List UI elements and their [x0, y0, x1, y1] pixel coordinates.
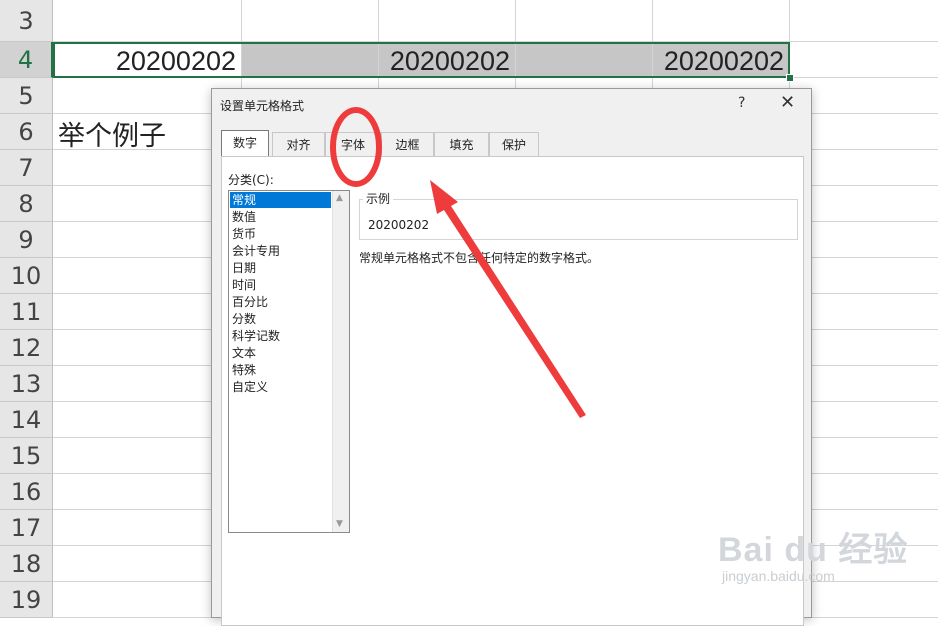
- tab-fill[interactable]: 填充: [434, 132, 489, 156]
- row-header-5[interactable]: 5: [0, 78, 53, 114]
- row-header-6[interactable]: 6: [0, 114, 53, 150]
- category-item[interactable]: 百分比: [230, 294, 331, 310]
- tab-font[interactable]: 字体: [325, 132, 381, 156]
- tab-alignment[interactable]: 对齐: [272, 132, 325, 156]
- row-header-10[interactable]: 10: [0, 258, 53, 294]
- close-button[interactable]: ✕: [780, 92, 795, 113]
- row-header-13[interactable]: 13: [0, 366, 53, 402]
- sample-value: 20200202: [368, 218, 430, 232]
- grid-row: [53, 0, 938, 42]
- row-header-3[interactable]: 3: [0, 0, 53, 42]
- selection-border: [53, 42, 790, 78]
- scroll-up-icon[interactable]: ▲: [336, 193, 343, 203]
- category-item[interactable]: 分数: [230, 311, 331, 327]
- row-header-11[interactable]: 11: [0, 294, 53, 330]
- tab-protection[interactable]: 保护: [489, 132, 539, 156]
- row-header-9[interactable]: 9: [0, 222, 53, 258]
- category-item[interactable]: 文本: [230, 345, 331, 361]
- sample-label: 示例: [363, 190, 394, 207]
- scroll-down-icon[interactable]: ▼: [336, 519, 343, 529]
- category-list[interactable]: 常规 数值 货币 会计专用 日期 时间 百分比 分数 科学记数 文本 特殊 自定义 ▲ ▼: [228, 190, 350, 533]
- category-item[interactable]: 常规: [230, 192, 331, 208]
- category-item[interactable]: 货币: [230, 226, 331, 242]
- category-item[interactable]: 科学记数: [230, 328, 331, 344]
- category-item[interactable]: 日期: [230, 260, 331, 276]
- number-tab-panel: 分类(C): 常规 数值 货币 会计专用 日期 时间 百分比 分数 科学记数 文本 特殊 自定义 ▲ …: [221, 156, 804, 626]
- row-header-4[interactable]: 4: [0, 42, 53, 78]
- row-header-16[interactable]: 16: [0, 474, 53, 510]
- row-header-15[interactable]: 15: [0, 438, 53, 474]
- category-item[interactable]: 自定义: [230, 379, 331, 395]
- row-header-7[interactable]: 7: [0, 150, 53, 186]
- category-item[interactable]: 数值: [230, 209, 331, 225]
- tab-number[interactable]: 数字: [221, 130, 269, 157]
- category-item[interactable]: 时间: [230, 277, 331, 293]
- dialog-title: 设置单元格格式: [220, 99, 305, 113]
- category-label: 分类(C):: [228, 173, 274, 187]
- help-button[interactable]: ?: [738, 95, 745, 111]
- row-header-14[interactable]: 14: [0, 402, 53, 438]
- fill-handle[interactable]: [786, 74, 794, 82]
- category-scrollbar[interactable]: ▲ ▼: [332, 191, 349, 532]
- cell-a6[interactable]: 举个例子: [58, 114, 166, 153]
- row-header-8[interactable]: 8: [0, 186, 53, 222]
- watermark-brand: Bai du 经验: [718, 531, 909, 569]
- watermark-url: jingyan.baidu.com: [722, 568, 835, 584]
- tab-border[interactable]: 边框: [381, 132, 434, 156]
- category-item[interactable]: 特殊: [230, 362, 331, 378]
- row-header-19[interactable]: 19: [0, 582, 53, 618]
- category-item[interactable]: 会计专用: [230, 243, 331, 259]
- row-header-18[interactable]: 18: [0, 546, 53, 582]
- row-header-17[interactable]: 17: [0, 510, 53, 546]
- format-description: 常规单元格格式不包含任何特定的数字格式。: [359, 251, 600, 265]
- row-header-12[interactable]: 12: [0, 330, 53, 366]
